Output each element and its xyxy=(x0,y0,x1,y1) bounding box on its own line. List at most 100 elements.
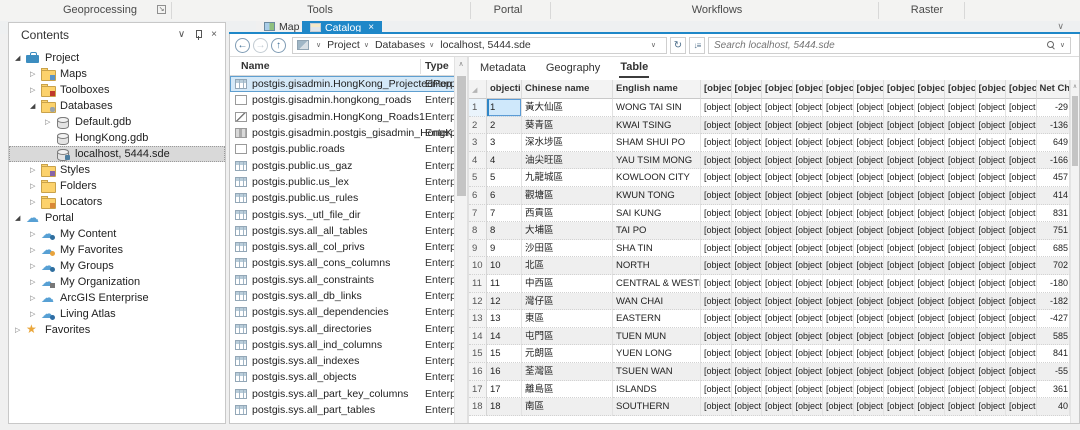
net-change-cell[interactable]: 585 xyxy=(1037,328,1071,346)
column-header-year[interactable]: [object Object] xyxy=(793,80,824,99)
column-header-year[interactable]: [object Object] xyxy=(884,80,915,99)
chinese-name-cell[interactable]: 九龍城區 xyxy=(522,169,613,187)
population-cell[interactable]: [object Object] xyxy=(945,381,976,399)
english-name-cell[interactable]: KWUN TONG xyxy=(613,187,701,205)
search-box[interactable]: ∨ xyxy=(708,37,1071,54)
population-cell[interactable]: [object Object] xyxy=(793,117,824,135)
column-header-name[interactable]: Name xyxy=(241,60,270,72)
population-cell[interactable]: [object Object] xyxy=(884,99,915,117)
population-cell[interactable]: [object Object] xyxy=(945,152,976,170)
english-name-cell[interactable]: KWAI TSING xyxy=(613,117,701,135)
column-header-year[interactable]: [object Object] xyxy=(762,80,793,99)
tree-expander-icon[interactable] xyxy=(30,294,41,302)
population-cell[interactable]: [object Object] xyxy=(762,293,793,311)
english-name-cell[interactable]: YUEN LONG xyxy=(613,345,701,363)
population-cell[interactable]: [object Object] xyxy=(976,117,1007,135)
net-change-cell[interactable]: 685 xyxy=(1037,240,1071,258)
back-button[interactable]: ← xyxy=(235,38,250,53)
population-cell[interactable]: [object Object] xyxy=(1006,310,1037,328)
population-cell[interactable]: [object Object] xyxy=(945,345,976,363)
forward-button[interactable]: → xyxy=(253,38,268,53)
population-cell[interactable]: [object Object] xyxy=(793,345,824,363)
breadcrumb[interactable]: ∨ Project ∨ Databases ∨ localhost, 5444.… xyxy=(292,37,667,54)
objectid-cell[interactable]: 18 xyxy=(487,398,522,416)
population-cell[interactable]: [object Object] xyxy=(854,310,885,328)
population-cell[interactable]: [object Object] xyxy=(945,257,976,275)
preview-tab[interactable]: Table xyxy=(619,58,649,78)
column-header-net-change[interactable]: Net Chan xyxy=(1037,80,1071,99)
english-name-cell[interactable]: WAN CHAI xyxy=(613,293,701,311)
population-cell[interactable]: [object Object] xyxy=(793,310,824,328)
population-cell[interactable]: [object Object] xyxy=(854,398,885,416)
list-item[interactable]: postgis.sys.all_dependencies Enterprise xyxy=(230,304,467,320)
population-cell[interactable]: [object Object] xyxy=(945,222,976,240)
population-cell[interactable]: [object Object] xyxy=(884,381,915,399)
objectid-cell[interactable]: 16 xyxy=(487,363,522,381)
population-cell[interactable]: [object Object] xyxy=(976,310,1007,328)
breadcrumb-project[interactable]: Project xyxy=(327,39,360,51)
population-cell[interactable]: [object Object] xyxy=(701,99,732,117)
population-cell[interactable]: [object Object] xyxy=(701,205,732,223)
scroll-up-icon[interactable]: ∧ xyxy=(1071,80,1079,90)
tree-expander-icon[interactable] xyxy=(30,262,41,270)
chevron-down-icon[interactable]: ∨ xyxy=(316,41,321,49)
chinese-name-cell[interactable]: 南區 xyxy=(522,398,613,416)
objectid-cell[interactable]: 7 xyxy=(487,205,522,223)
list-scrollbar[interactable]: ∧ xyxy=(454,57,467,423)
row-number-cell[interactable]: 13 xyxy=(469,310,487,328)
population-cell[interactable]: [object Object] xyxy=(701,134,732,152)
population-cell[interactable]: [object Object] xyxy=(884,363,915,381)
row-number-cell[interactable]: 3 xyxy=(469,134,487,152)
net-change-cell[interactable]: 414 xyxy=(1037,187,1071,205)
population-cell[interactable]: [object Object] xyxy=(762,187,793,205)
list-item[interactable]: postgis.sys.all_db_links Enterprise xyxy=(230,288,467,304)
population-cell[interactable]: [object Object] xyxy=(793,257,824,275)
chevron-down-icon[interactable]: ∨ xyxy=(429,41,434,49)
english-name-cell[interactable]: SHA TIN xyxy=(613,240,701,258)
objectid-cell[interactable]: 10 xyxy=(487,257,522,275)
population-cell[interactable]: [object Object] xyxy=(732,187,763,205)
population-cell[interactable]: [object Object] xyxy=(793,169,824,187)
close-panel-icon[interactable]: × xyxy=(211,30,217,40)
tree-node[interactable]: Favorites xyxy=(9,322,225,338)
population-cell[interactable]: [object Object] xyxy=(1006,205,1037,223)
chinese-name-cell[interactable]: 深水埗區 xyxy=(522,134,613,152)
population-cell[interactable]: [object Object] xyxy=(915,169,946,187)
population-cell[interactable]: [object Object] xyxy=(793,363,824,381)
row-number-cell[interactable]: 15 xyxy=(469,345,487,363)
population-cell[interactable]: [object Object] xyxy=(884,345,915,363)
tree-expander-icon[interactable] xyxy=(30,278,41,286)
population-cell[interactable]: [object Object] xyxy=(823,169,854,187)
population-cell[interactable]: [object Object] xyxy=(915,363,946,381)
net-change-cell[interactable]: -29 xyxy=(1037,99,1071,117)
population-cell[interactable]: [object Object] xyxy=(732,293,763,311)
objectid-cell[interactable]: 12 xyxy=(487,293,522,311)
population-cell[interactable]: [object Object] xyxy=(976,205,1007,223)
population-cell[interactable]: [object Object] xyxy=(823,328,854,346)
english-name-cell[interactable]: TUEN MUN xyxy=(613,328,701,346)
population-cell[interactable]: [object Object] xyxy=(823,381,854,399)
population-cell[interactable]: [object Object] xyxy=(884,152,915,170)
tree-expander-icon[interactable] xyxy=(15,326,26,334)
population-cell[interactable]: [object Object] xyxy=(976,222,1007,240)
population-cell[interactable]: [object Object] xyxy=(762,99,793,117)
tree-expander-icon[interactable] xyxy=(45,118,56,126)
population-cell[interactable]: [object Object] xyxy=(823,134,854,152)
net-change-cell[interactable]: -166 xyxy=(1037,152,1071,170)
population-cell[interactable]: [object Object] xyxy=(732,381,763,399)
population-cell[interactable]: [object Object] xyxy=(732,117,763,135)
list-item[interactable]: postgis.sys.all_objects Enterprise xyxy=(230,369,467,385)
population-cell[interactable]: [object Object] xyxy=(1006,398,1037,416)
population-cell[interactable]: [object Object] xyxy=(793,293,824,311)
table-scrollbar[interactable]: ∧ xyxy=(1070,80,1079,423)
population-cell[interactable]: [object Object] xyxy=(762,205,793,223)
population-cell[interactable]: [object Object] xyxy=(854,205,885,223)
objectid-cell[interactable]: 11 xyxy=(487,275,522,293)
population-cell[interactable]: [object Object] xyxy=(915,381,946,399)
population-cell[interactable]: [object Object] xyxy=(884,275,915,293)
list-item[interactable]: postgis.sys.all_directories Enterprise xyxy=(230,320,467,336)
population-cell[interactable]: [object Object] xyxy=(915,222,946,240)
chinese-name-cell[interactable]: 灣仔區 xyxy=(522,293,613,311)
objectid-cell[interactable]: 8 xyxy=(487,222,522,240)
population-cell[interactable]: [object Object] xyxy=(701,293,732,311)
